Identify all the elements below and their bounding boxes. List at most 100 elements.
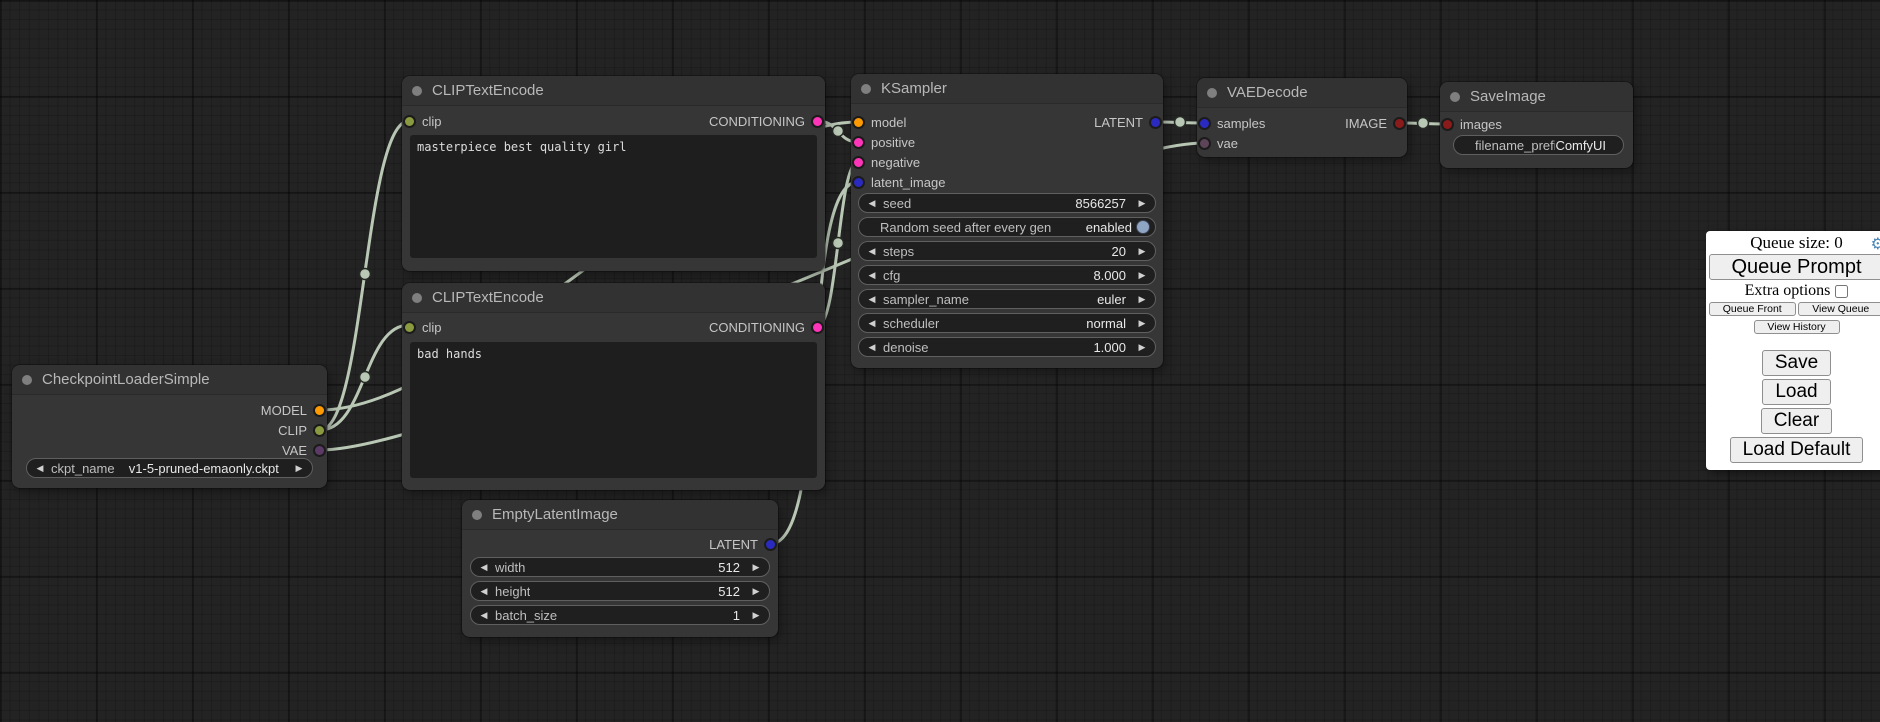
positive-input-port[interactable] [854,138,863,147]
increase-arrow-icon[interactable]: ▶ [1136,246,1148,257]
node-title-bar[interactable]: CheckpointLoaderSimple [12,365,327,395]
wire-midpoint-dot [833,238,844,249]
save-button[interactable]: Save [1762,350,1831,376]
model-output-port[interactable] [315,406,324,415]
settings-gear-icon[interactable]: ⚙ [1871,234,1880,254]
node-collapse-dot-icon[interactable] [412,86,422,96]
conditioning-output-port[interactable] [813,117,822,126]
node-collapse-dot-icon[interactable] [861,84,871,94]
widget-value: ComfyUI [1555,138,1606,153]
node-clip-text-encode-positive[interactable]: CLIPTextEncode clip CONDITIONING masterp… [402,76,825,271]
random-seed-widget[interactable]: Random seed after every gen enabled [858,217,1156,237]
widget-label: width [495,560,525,575]
extra-options-checkbox[interactable] [1835,285,1848,298]
node-save-image[interactable]: SaveImage images filename_prefix ComfyUI [1440,82,1633,168]
negative-input-port[interactable] [854,158,863,167]
scheduler-widget[interactable]: ◀ scheduler normal ▶ [858,313,1156,333]
node-title-bar[interactable]: EmptyLatentImage [462,500,778,530]
clip-input-port[interactable] [405,117,414,126]
vae-input-port[interactable] [1200,139,1209,148]
widget-value: v1-5-pruned-emaonly.ckpt [129,461,279,476]
ckpt-name-widget[interactable]: ◀ ckpt_name v1-5-pruned-emaonly.ckpt ▶ [26,458,313,478]
comfyui-canvas[interactable]: { "colors": { "canvas_bg": "#232323", "n… [0,0,1880,722]
increase-arrow-icon[interactable]: ▶ [750,562,762,573]
denoise-widget[interactable]: ◀ denoise 1.000 ▶ [858,337,1156,357]
node-title: VAEDecode [1227,84,1308,101]
image-output-port[interactable] [1395,119,1404,128]
decrease-arrow-icon[interactable]: ◀ [866,246,878,257]
node-title-bar[interactable]: CLIPTextEncode [402,76,825,106]
queue-front-button[interactable]: Queue Front [1709,302,1796,316]
view-history-button[interactable]: View History [1754,320,1840,334]
positive-prompt-text[interactable]: masterpiece best quality girl [410,135,817,258]
view-queue-button[interactable]: View Queue [1798,302,1880,316]
increase-arrow-icon[interactable]: ▶ [750,586,762,597]
steps-widget[interactable]: ◀ steps 20 ▶ [858,241,1156,261]
height-widget[interactable]: ◀ height 512 ▶ [470,581,770,601]
increase-arrow-icon[interactable]: ▶ [1136,342,1148,353]
decrease-arrow-icon[interactable]: ◀ [478,562,490,573]
widget-label: height [495,584,530,599]
node-collapse-dot-icon[interactable] [412,293,422,303]
batch-size-widget[interactable]: ◀ batch_size 1 ▶ [470,605,770,625]
node-empty-latent-image[interactable]: EmptyLatentImage LATENT ◀ width 512 ▶ ◀ … [462,500,778,637]
load-button[interactable]: Load [1762,379,1830,405]
latent-output-port[interactable] [766,540,775,549]
increase-arrow-icon[interactable]: ▶ [1136,198,1148,209]
increase-arrow-icon[interactable]: ▶ [750,610,762,621]
images-input-label: images [1460,117,1502,132]
widget-value: 1 [733,608,740,623]
seed-widget[interactable]: ◀ seed 8566257 ▶ [858,193,1156,213]
node-collapse-dot-icon[interactable] [22,375,32,385]
node-clip-text-encode-negative[interactable]: CLIPTextEncode clip CONDITIONING bad han… [402,283,825,490]
node-title-bar[interactable]: SaveImage [1440,82,1633,112]
node-collapse-dot-icon[interactable] [1207,88,1217,98]
latent-image-input-port[interactable] [854,178,863,187]
latent-output-port[interactable] [1151,118,1160,127]
widget-label: seed [883,196,911,211]
latent-output-label: LATENT [709,537,758,552]
decrease-arrow-icon[interactable]: ◀ [478,586,490,597]
decrease-arrow-icon[interactable]: ◀ [866,270,878,281]
node-title-bar[interactable]: CLIPTextEncode [402,283,825,313]
node-title: CheckpointLoaderSimple [42,371,210,388]
widget-value: 20 [1112,244,1126,259]
node-title-bar[interactable]: KSampler [851,74,1163,104]
increase-arrow-icon[interactable]: ▶ [1136,294,1148,305]
node-title-bar[interactable]: VAEDecode [1197,78,1407,108]
node-checkpoint-loader[interactable]: CheckpointLoaderSimple MODEL CLIP VAE ◀ … [12,365,327,488]
node-title: CLIPTextEncode [432,82,544,99]
node-collapse-dot-icon[interactable] [1450,92,1460,102]
decrease-arrow-icon[interactable]: ◀ [866,342,878,353]
decrease-arrow-icon[interactable]: ◀ [866,294,878,305]
conditioning-output-label: CONDITIONING [709,114,805,129]
increase-arrow-icon[interactable]: ▶ [1136,270,1148,281]
node-vae-decode[interactable]: VAEDecode samples vae IMAGE [1197,78,1407,157]
images-input-port[interactable] [1443,120,1452,129]
toggle-dot-icon[interactable] [1136,220,1150,234]
prev-value-arrow-icon[interactable]: ◀ [34,463,46,474]
vae-output-port[interactable] [315,446,324,455]
increase-arrow-icon[interactable]: ▶ [1136,318,1148,329]
decrease-arrow-icon[interactable]: ◀ [866,318,878,329]
load-default-button[interactable]: Load Default [1730,437,1864,463]
node-collapse-dot-icon[interactable] [472,510,482,520]
queue-prompt-button[interactable]: Queue Prompt [1709,254,1880,280]
node-ksampler[interactable]: KSampler model positive negative latent_… [851,74,1163,368]
filename-prefix-widget[interactable]: filename_prefix ComfyUI [1453,135,1624,155]
clear-button[interactable]: Clear [1761,408,1832,434]
decrease-arrow-icon[interactable]: ◀ [866,198,878,209]
sampler-name-widget[interactable]: ◀ sampler_name euler ▶ [858,289,1156,309]
negative-prompt-text[interactable]: bad hands [410,342,817,478]
width-widget[interactable]: ◀ width 512 ▶ [470,557,770,577]
widget-value: 1.000 [1093,340,1126,355]
decrease-arrow-icon[interactable]: ◀ [478,610,490,621]
cfg-widget[interactable]: ◀ cfg 8.000 ▶ [858,265,1156,285]
next-value-arrow-icon[interactable]: ▶ [293,463,305,474]
clip-input-port[interactable] [405,323,414,332]
conditioning-output-port[interactable] [813,323,822,332]
widget-label: steps [883,244,914,259]
clip-output-port[interactable] [315,426,324,435]
latent-image-input-label: latent_image [871,175,945,190]
clip-input-label: clip [422,320,442,335]
